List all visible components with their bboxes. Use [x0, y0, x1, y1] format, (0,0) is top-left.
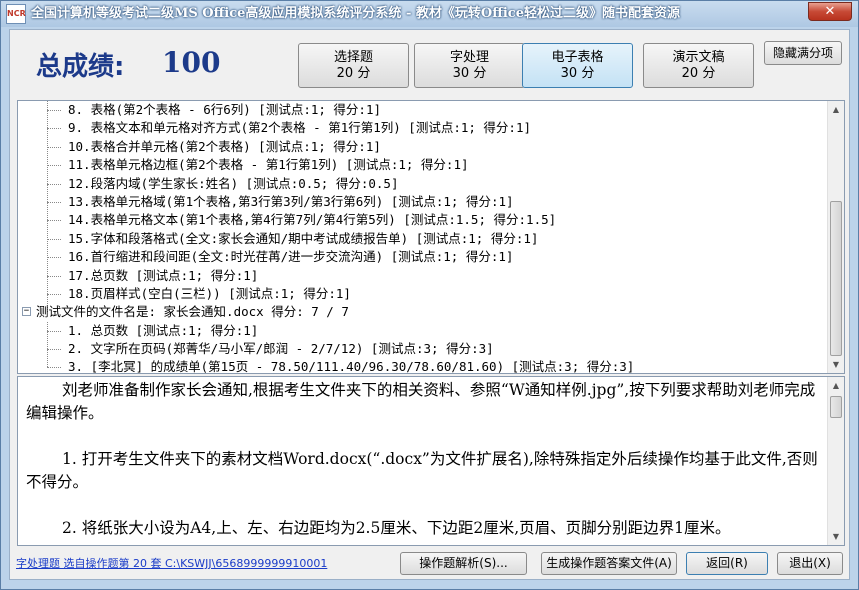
tree-item-label: 13.表格单元格域(第1个表格,第3行第3列/第3行第6列) [测试点:1; 得… — [68, 193, 514, 209]
tree-scrollbar[interactable]: ▲ ▼ — [827, 101, 844, 373]
collapse-icon[interactable]: − — [22, 307, 31, 317]
category-score: 20 分 — [336, 66, 371, 81]
hide-full-score-button[interactable]: 隐藏满分项 — [764, 41, 842, 65]
tree-test-item[interactable]: 12.段落内域(学生家长:姓名) [测试点:0.5; 得分:0.5] — [18, 175, 844, 193]
tree-test-item[interactable]: 16.首行缩进和段间距(全文:时光荏苒/进一步交流沟通) [测试点:1; 得分:… — [18, 248, 844, 266]
tree-test-item[interactable]: 10.表格合并单元格(第2个表格) [测试点:1; 得分:1] — [18, 138, 844, 156]
scroll-thumb[interactable] — [830, 396, 842, 418]
tree-item-label: 16.首行缩进和段间距(全文:时光荏苒/进一步交流沟通) [测试点:1; 得分:… — [68, 249, 514, 265]
scroll-up-icon[interactable]: ▲ — [828, 101, 844, 118]
description-text: 刘老师准备制作家长会通知,根据考生文件夹下的相关资料、参照“W通知样例.jpg”… — [26, 379, 824, 540]
description-paragraph: 2. 将纸张大小设为A4,上、左、右边距均为2.5厘米、下边距2厘米,页眉、页脚… — [62, 519, 731, 537]
tree-item-label: 3. [李北冥] 的成绩单(第15页 - 78.50/111.40/96.30/… — [68, 359, 635, 374]
category-name: 选择题 — [333, 50, 373, 65]
tree-item-label: 9. 表格文本和单元格对齐方式(第2个表格 - 第1行第1列) [测试点:1; … — [68, 120, 532, 136]
tree-test-item[interactable]: 1. 总页数 [测试点:1; 得分:1] — [18, 322, 844, 340]
tree-test-item[interactable]: 18.页眉样式(空白(三栏)) [测试点:1; 得分:1] — [18, 285, 844, 303]
scroll-up-icon[interactable]: ▲ — [828, 377, 844, 394]
tree-item-label: 14.表格单元格文本(第1个表格,第4行第7列/第4行第5列) [测试点:1.5… — [68, 212, 557, 228]
tree-item-label: 8. 表格(第2个表格 - 6行6列) [测试点:1; 得分:1] — [68, 102, 382, 117]
title-bar[interactable]: NCR 全国计算机等级考试二级MS Office高级应用模拟系统评分系统 - 教… — [1, 1, 858, 27]
description-paragraph: 1. 打开考生文件夹下的素材文档Word.docx(“.docx”为文件扩展名)… — [26, 450, 818, 491]
tree-test-item[interactable]: 17.总页数 [测试点:1; 得分:1] — [18, 267, 844, 285]
category-excel-button[interactable]: 电子表格 30 分 — [522, 43, 633, 88]
window-title: 全国计算机等级考试二级MS Office高级应用模拟系统评分系统 - 教材《玩转… — [31, 6, 680, 21]
tree-file-node[interactable]: − 测试文件的文件名是: 家长会通知.docx 得分: 7 / 7 — [18, 303, 844, 321]
scroll-down-icon[interactable]: ▼ — [828, 356, 844, 373]
tree-test-item[interactable]: 13.表格单元格域(第1个表格,第3行第3列/第3行第6列) [测试点:1; 得… — [18, 193, 844, 211]
question-source-link[interactable]: 字处理题 选自操作题第 20 套 C:\KSWJJ\65689999999100… — [16, 555, 327, 571]
tree-item-label: 2. 文字所在页码(郑菁华/马小军/郎润 - 2/7/12) [测试点:3; 得… — [68, 341, 494, 357]
main-window: NCR 全国计算机等级考试二级MS Office高级应用模拟系统评分系统 - 教… — [0, 0, 859, 590]
tree-test-item[interactable]: 15.字体和段落格式(全文:家长会通知/期中考试成绩报告单) [测试点:1; 得… — [18, 230, 844, 248]
tree-test-item[interactable]: 8. 表格(第2个表格 - 6行6列) [测试点:1; 得分:1] — [18, 101, 844, 119]
tree-item-label: 11.表格单元格边框(第2个表格 - 第1行第1列) [测试点:1; 得分:1] — [68, 157, 469, 173]
category-word-button[interactable]: 字处理 30 分 — [414, 43, 525, 88]
category-name: 电子表格 — [551, 50, 604, 65]
category-name: 字处理 — [449, 50, 489, 65]
question-description[interactable]: 刘老师准备制作家长会通知,根据考生文件夹下的相关资料、参照“W通知样例.jpg”… — [17, 376, 845, 546]
tree-test-item[interactable]: 9. 表格文本和单元格对齐方式(第2个表格 - 第1行第1列) [测试点:1; … — [18, 119, 844, 137]
category-score: 30 分 — [452, 66, 487, 81]
category-score: 20 分 — [681, 66, 716, 81]
client-area: 总成绩: 100 选择题 20 分 字处理 30 分 电子表格 30 分 演示文… — [9, 29, 850, 580]
description-scrollbar[interactable]: ▲ ▼ — [827, 377, 844, 545]
category-name: 演示文稿 — [672, 50, 725, 65]
tree-test-item[interactable]: 2. 文字所在页码(郑菁华/马小军/郎润 - 2/7/12) [测试点:3; 得… — [18, 340, 844, 358]
close-window-button[interactable]: ✕ — [808, 2, 852, 21]
tree-test-item[interactable]: 14.表格单元格文本(第1个表格,第4行第7列/第4行第5列) [测试点:1.5… — [18, 211, 844, 229]
tree-test-item[interactable]: 3. [李北冥] 的成绩单(第15页 - 78.50/111.40/96.30/… — [18, 358, 844, 374]
scroll-thumb[interactable] — [830, 201, 842, 356]
category-choice-button[interactable]: 选择题 20 分 — [298, 43, 409, 88]
analysis-button[interactable]: 操作题解析(S)... — [400, 552, 527, 575]
tree-item-label: 17.总页数 [测试点:1; 得分:1] — [68, 267, 259, 283]
exit-button[interactable]: 退出(X) — [777, 552, 843, 575]
total-score-value: 100 — [162, 46, 221, 79]
tree-item-label: 18.页眉样式(空白(三栏)) [测试点:1; 得分:1] — [68, 285, 351, 301]
back-button[interactable]: 返回(R) — [686, 552, 768, 575]
total-score-label: 总成绩: — [36, 52, 125, 82]
category-score: 30 分 — [560, 66, 595, 81]
tree-test-item[interactable]: 11.表格单元格边框(第2个表格 - 第1行第1列) [测试点:1; 得分:1] — [18, 156, 844, 174]
tree-item-label: 1. 总页数 [测试点:1; 得分:1] — [68, 322, 259, 338]
app-logo-icon: NCR — [6, 4, 26, 24]
tree-item-label: 10.表格合并单元格(第2个表格) [测试点:1; 得分:1] — [68, 138, 381, 154]
category-ppt-button[interactable]: 演示文稿 20 分 — [643, 43, 754, 88]
tree-item-label: 12.段落内域(学生家长:姓名) [测试点:0.5; 得分:0.5] — [68, 175, 399, 191]
tree-rows: 8. 表格(第2个表格 - 6行6列) [测试点:1; 得分:1] 9. 表格文本… — [18, 101, 844, 374]
tree-item-label: 15.字体和段落格式(全文:家长会通知/期中考试成绩报告单) [测试点:1; 得… — [68, 230, 539, 246]
description-paragraph: 刘老师准备制作家长会通知,根据考生文件夹下的相关资料、参照“W通知样例.jpg”… — [26, 381, 816, 422]
scoring-tree[interactable]: 8. 表格(第2个表格 - 6行6列) [测试点:1; 得分:1] 9. 表格文本… — [17, 100, 845, 374]
scroll-down-icon[interactable]: ▼ — [828, 528, 844, 545]
tree-item-label: 测试文件的文件名是: 家长会通知.docx 得分: 7 / 7 — [36, 304, 349, 320]
generate-answer-button[interactable]: 生成操作题答案文件(A) — [541, 552, 677, 575]
